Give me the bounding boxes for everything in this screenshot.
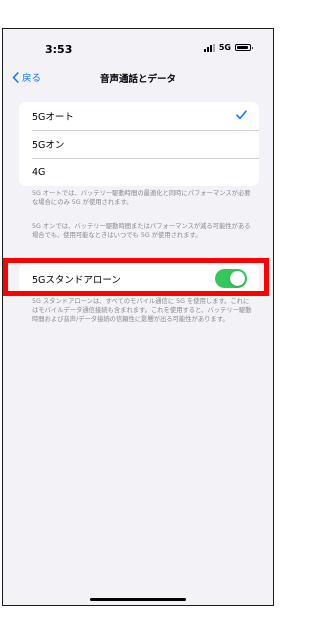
battery-icon xyxy=(235,44,253,51)
status-time: 3:53 xyxy=(45,43,73,56)
status-indicators: 5G xyxy=(203,43,253,52)
toggle-knob xyxy=(230,271,245,286)
option-5g-auto[interactable]: 5Gオート xyxy=(19,102,259,130)
note-5g-auto: 5G オートでは、バッテリー駆動時間の最適化と同時にパフォーマンスが必要な場合に… xyxy=(32,190,251,206)
option-label: 5Gオート xyxy=(32,112,74,123)
home-indicator[interactable] xyxy=(90,598,186,601)
navigation-bar: 戻る 音声通話とデータ xyxy=(3,67,273,89)
network-type: 5G xyxy=(218,43,231,52)
page-title: 音声通話とデータ xyxy=(99,74,176,85)
standalone-toggle[interactable] xyxy=(215,269,247,288)
option-label: 4G xyxy=(32,166,46,178)
status-bar: 3:53 5G xyxy=(3,29,273,67)
checkmark-icon xyxy=(236,110,247,120)
standalone-group: 5Gスタンドアローン xyxy=(19,263,259,294)
mode-options-group: 5Gオート 5Gオン 4G xyxy=(19,102,259,186)
standalone-footnote: 5G スタンドアローンは、すべてのモバイル通信に 5G を使用します。これにはモ… xyxy=(32,298,252,323)
option-4g[interactable]: 4G xyxy=(19,158,259,186)
note-5g-on: 5G オンでは、バッテリー駆動時間またはパフォーマンスが減る可能性がある場合でも… xyxy=(32,223,251,239)
option-5g-on[interactable]: 5Gオン xyxy=(19,130,259,158)
signal-icon xyxy=(203,43,215,52)
phone-screen: 3:53 5G 戻る 音声通話とデータ 5Gオート 5Gオン 4G 5G オート… xyxy=(2,28,274,606)
standalone-row: 5Gスタンドアローン xyxy=(19,263,259,294)
option-label: 5Gオン xyxy=(32,140,65,151)
standalone-label: 5Gスタンドアローン xyxy=(32,274,121,286)
